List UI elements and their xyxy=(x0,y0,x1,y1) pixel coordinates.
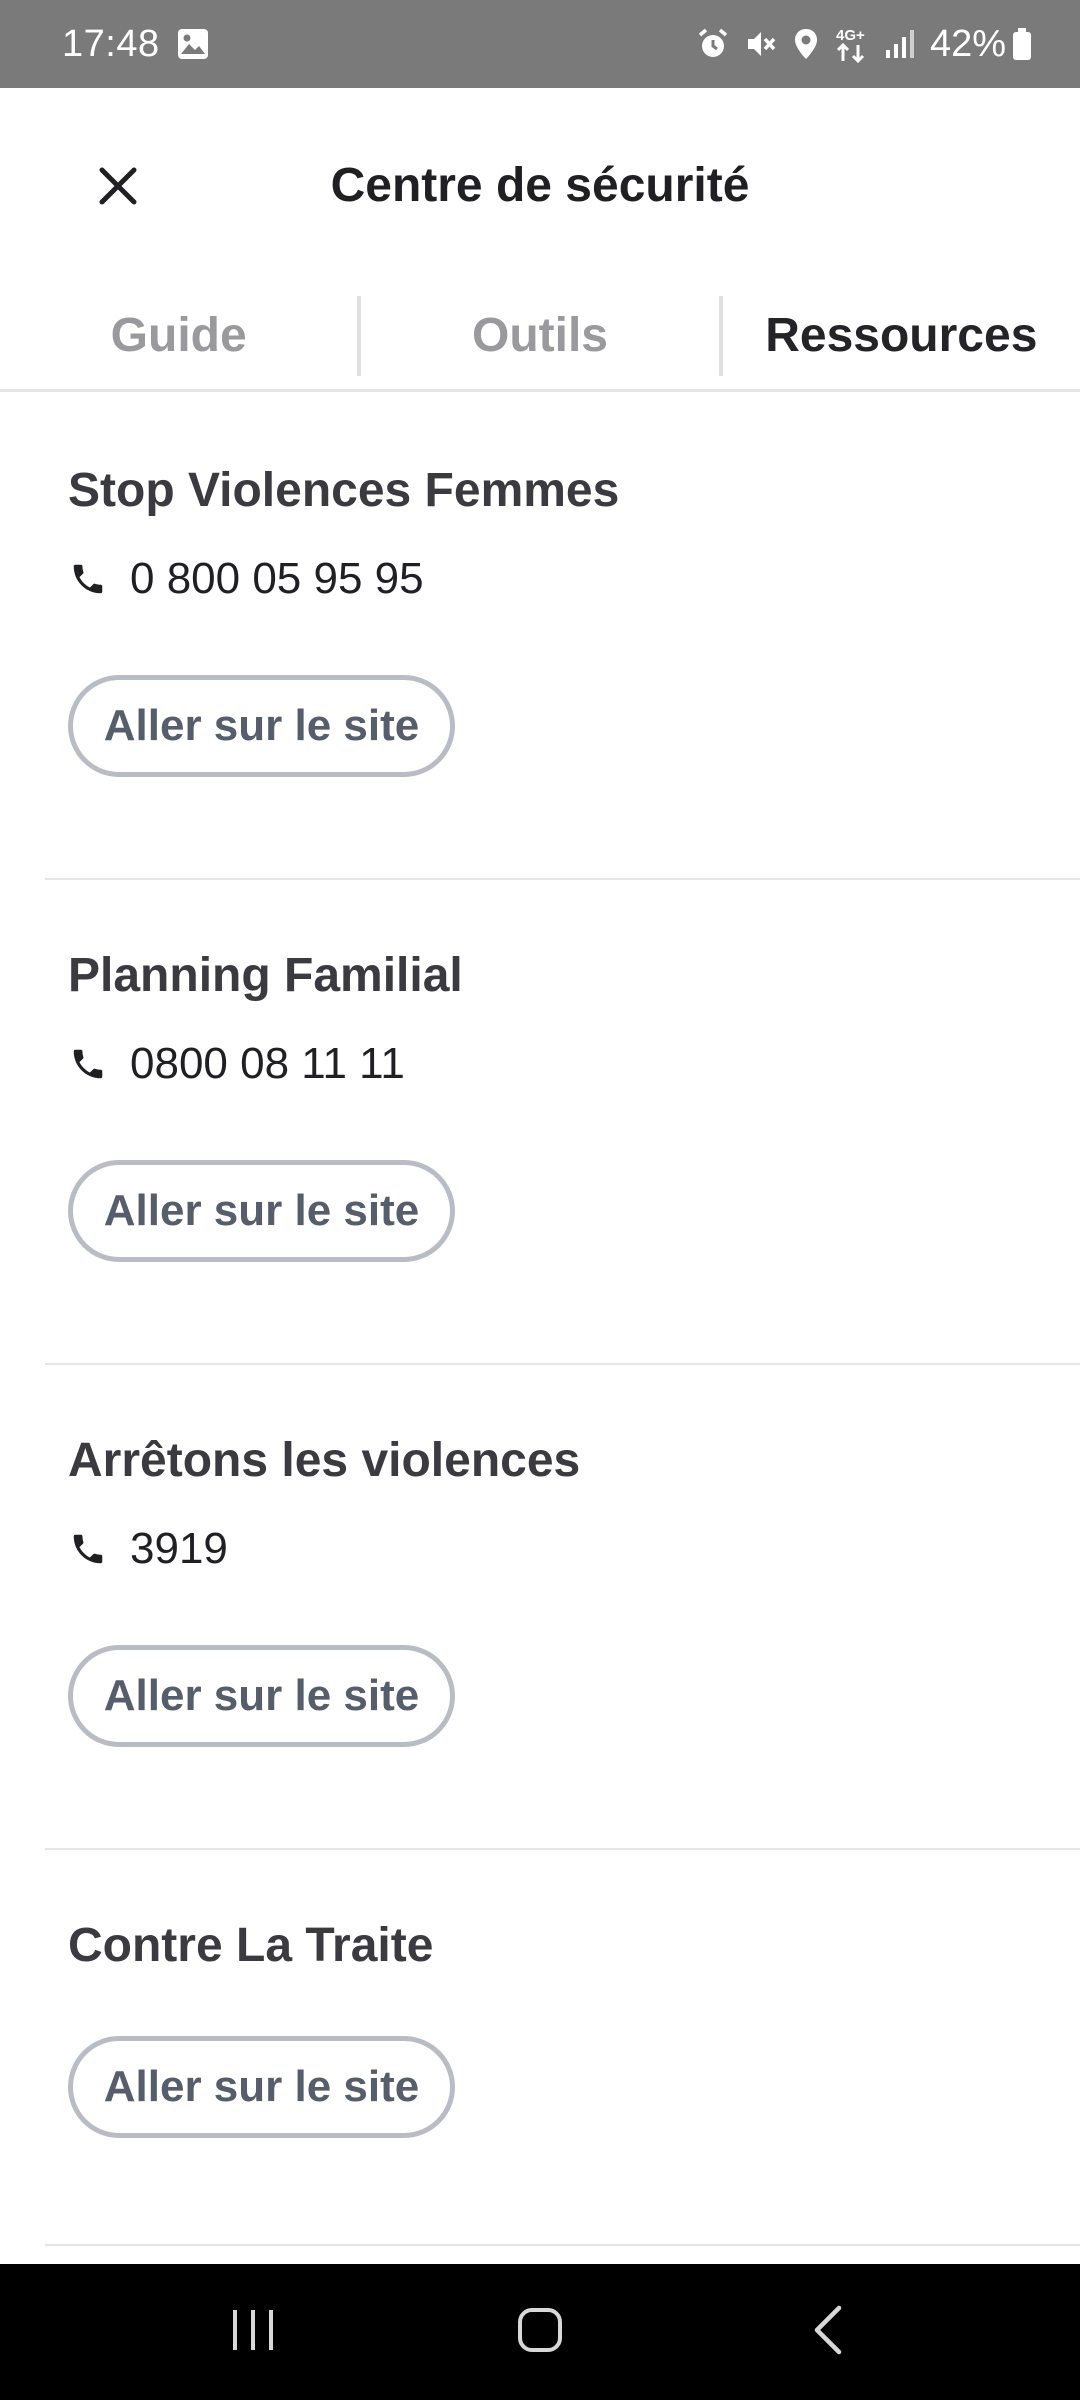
location-icon xyxy=(792,27,820,61)
status-right: 4G+ 42% xyxy=(682,23,1032,66)
resource-phone[interactable]: 0800 08 11 11 xyxy=(68,1038,1080,1090)
tab-guide[interactable]: Guide xyxy=(0,282,357,389)
recent-apps-icon xyxy=(229,2308,277,2357)
list-item: Planning Familial 0800 08 11 11 Aller su… xyxy=(0,880,1080,1365)
tab-outils[interactable]: Outils xyxy=(361,282,718,389)
page-title: Centre de sécurité xyxy=(330,159,750,212)
phone-number: 3919 xyxy=(130,1524,228,1573)
header: Centre de sécurité xyxy=(0,88,1080,282)
system-nav-bar xyxy=(0,2264,1080,2400)
alarm-icon xyxy=(696,27,730,61)
visit-site-button[interactable]: Aller sur le site xyxy=(68,1160,455,1262)
status-time: 17:48 xyxy=(62,22,160,65)
battery-percent: 42% xyxy=(929,22,1006,65)
resource-name: Arrêtons les violences xyxy=(68,1434,581,1487)
resource-list: Stop Violences Femmes 0 800 05 95 95 All… xyxy=(0,395,1080,2246)
data-arrows-icon: 4G+ xyxy=(834,25,870,63)
list-item: Stop Violences Femmes 0 800 05 95 95 All… xyxy=(0,395,1080,880)
resource-phone[interactable]: 0 800 05 95 95 xyxy=(68,553,1080,605)
phone-number: 0800 08 11 11 xyxy=(130,1039,405,1088)
visit-site-button[interactable]: Aller sur le site xyxy=(68,675,455,777)
visit-site-button[interactable]: Aller sur le site xyxy=(68,1645,455,1747)
phone-number: 0 800 05 95 95 xyxy=(130,554,424,603)
status-bar: 17:48 4G+ 42% xyxy=(0,0,1080,88)
resource-name: Contre La Traite xyxy=(68,1919,434,1972)
status-left: 17:48 xyxy=(62,23,210,66)
list-item: Arrêtons les violences 3919 Aller sur le… xyxy=(0,1365,1080,1850)
phone-icon xyxy=(68,559,108,599)
phone-icon xyxy=(68,1044,108,1084)
recent-apps-button[interactable] xyxy=(193,2282,313,2382)
resource-name: Stop Violences Femmes xyxy=(68,464,620,517)
back-icon xyxy=(809,2304,845,2361)
gallery-icon xyxy=(176,27,210,61)
battery-icon xyxy=(1012,27,1032,61)
visit-site-button[interactable]: Aller sur le site xyxy=(68,2036,455,2138)
tab-bar: Guide Outils Ressources xyxy=(0,282,1080,392)
signal-icon xyxy=(884,28,916,60)
svg-text:4G+: 4G+ xyxy=(836,27,865,44)
resource-name: Planning Familial xyxy=(68,949,463,1002)
mute-icon xyxy=(744,27,778,61)
list-item: Contre La Traite Aller sur le site xyxy=(0,1850,1080,2246)
divider xyxy=(45,2244,1080,2246)
back-button[interactable] xyxy=(767,2282,887,2382)
home-icon xyxy=(516,2306,564,2359)
tab-ressources[interactable]: Ressources xyxy=(723,282,1080,389)
resource-phone[interactable]: 3919 xyxy=(68,1523,1080,1575)
home-button[interactable] xyxy=(480,2282,600,2382)
phone-icon xyxy=(68,1529,108,1569)
